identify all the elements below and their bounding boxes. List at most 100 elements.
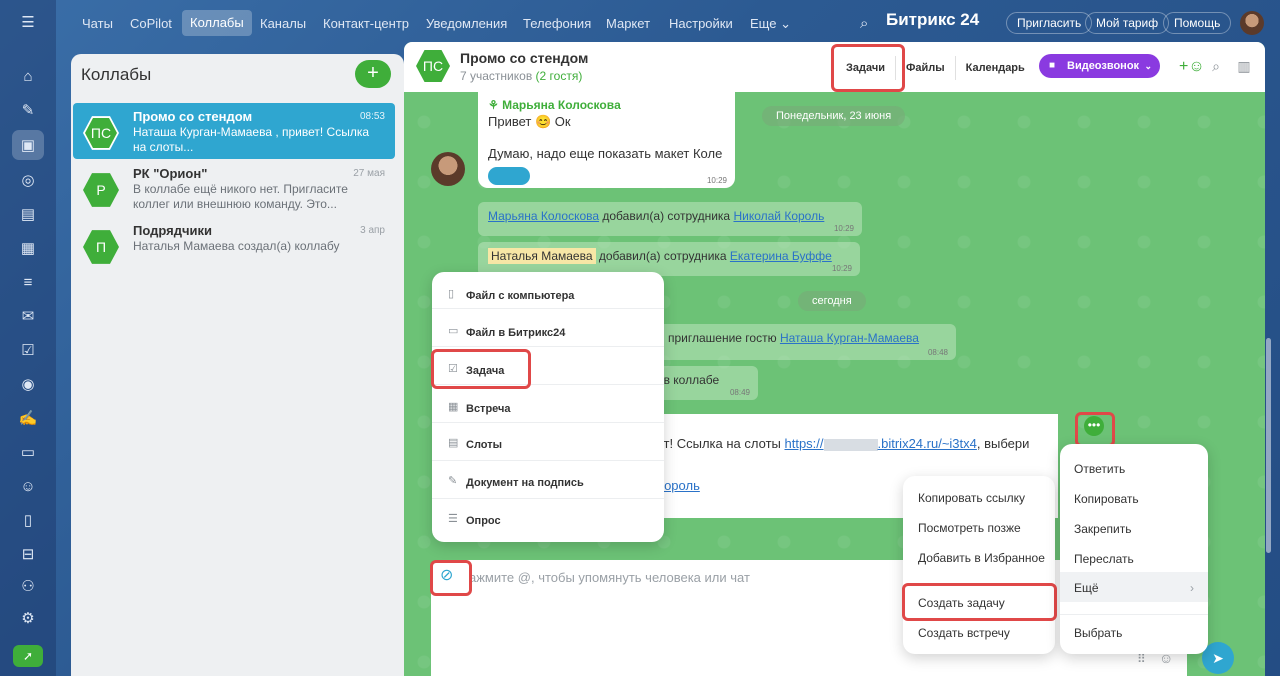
- top-navigation: Чаты CoPilot Коллабы Каналы Контакт-цент…: [56, 0, 1280, 44]
- menu-forward[interactable]: Переслать: [1060, 552, 1208, 566]
- tariff-button[interactable]: Мой тариф: [1085, 12, 1170, 34]
- menu-slots[interactable]: ▤ Слоты: [432, 423, 664, 461]
- shop-icon[interactable]: ⊟: [16, 542, 40, 566]
- message-text: Думаю, надо еще показать макет Коле: [488, 146, 723, 161]
- attach-menu: ▯ Файл с компьютера ▭ Файл в Битрикс24 ☑ За…: [432, 272, 664, 542]
- menu-file-bitrix[interactable]: ▭ Файл в Битрикс24: [432, 309, 664, 347]
- input-placeholder: ажмите @, чтобы упомянуть человека или ч…: [469, 570, 750, 585]
- nav-more[interactable]: Еще ⌄: [750, 12, 791, 36]
- search-icon[interactable]: ⌕: [860, 12, 868, 36]
- rocket-icon[interactable]: ➚: [13, 645, 43, 667]
- crm-icon[interactable]: ◎: [16, 168, 40, 192]
- chat-name: Промо со стендом: [133, 109, 253, 124]
- chat-item-orion[interactable]: Р РК "Орион" 27 мая В коллабе ещё никого…: [73, 160, 395, 216]
- ai-icon[interactable]: ⚇: [16, 574, 40, 598]
- add-user-icon[interactable]: +☺: [1179, 58, 1205, 76]
- invite-button[interactable]: Пригласить: [1006, 12, 1093, 34]
- video-call-button[interactable]: ■ Видеозвонок ⌄: [1039, 54, 1160, 78]
- sign-icon: ✎: [448, 475, 458, 487]
- chat-avatar: Р: [83, 173, 119, 207]
- nav-contact-center[interactable]: Контакт-центр: [323, 12, 409, 36]
- slots-link[interactable]: .bitrix24.ru/~i3tx4: [878, 436, 977, 451]
- apps-icon[interactable]: ⠿: [1137, 652, 1146, 666]
- goals-icon[interactable]: ◉: [16, 372, 40, 396]
- date-divider: Понедельник, 23 июня: [762, 106, 906, 126]
- help-button[interactable]: Помощь: [1163, 12, 1232, 34]
- menu-select[interactable]: Выбрать: [1060, 626, 1208, 640]
- chat-name: Подрядчики: [133, 223, 213, 238]
- cards-icon[interactable]: ▭: [16, 440, 40, 464]
- sidebar-toggle-icon[interactable]: ▥: [1235, 58, 1253, 76]
- chat-participants[interactable]: 7 участников (2 гостя): [460, 69, 582, 83]
- chat-time: 08:53: [359, 111, 385, 122]
- add-collab-button[interactable]: +: [355, 60, 391, 88]
- nav-collabs[interactable]: Коллабы: [182, 10, 252, 36]
- settings-icon[interactable]: ⚙: [16, 606, 40, 630]
- user-mention[interactable]: Наталья Мамаева: [488, 248, 596, 264]
- chat-icon[interactable]: ▣: [12, 130, 44, 160]
- message-time: 10:29: [706, 176, 727, 185]
- drive-icon: ▭: [448, 325, 459, 337]
- menu-more[interactable]: Ещё ›: [1060, 572, 1208, 602]
- message-author[interactable]: ⚘ Марьяна Колосковa: [488, 98, 725, 112]
- reaction-badge[interactable]: [488, 167, 530, 185]
- menu-meeting[interactable]: ▦ Встреча: [432, 385, 664, 423]
- user-link[interactable]: Наташа Курган-Мамаева: [780, 331, 919, 345]
- menu-copy[interactable]: Копировать: [1060, 492, 1208, 506]
- slots-icon: ▤: [448, 437, 459, 449]
- menu-icon[interactable]: ☰: [16, 10, 40, 34]
- chat-preview: Наталья Мамаева создал(а) коллабу: [133, 239, 340, 253]
- menu-reply[interactable]: Ответить: [1060, 462, 1208, 476]
- slots-link[interactable]: https://: [784, 436, 823, 451]
- home-icon[interactable]: ⌂: [16, 64, 40, 88]
- tasks-icon[interactable]: ✎: [16, 98, 40, 122]
- nav-channels[interactable]: Каналы: [260, 12, 306, 36]
- message-context-menu: Ответить Копировать Закрепить Переслать …: [1060, 444, 1208, 654]
- chat-time: 27 мая: [353, 168, 385, 179]
- sidebar-title: Коллабы: [81, 65, 152, 84]
- nav-market[interactable]: Маркет: [606, 12, 650, 36]
- highlight-attach-button: [430, 560, 472, 596]
- chat-item-contractors[interactable]: П Подрядчики 3 апр Наталья Мамаева созда…: [73, 217, 395, 273]
- chat-item-promo[interactable]: ПС Промо со стендом 08:53 Наташа Курган-…: [73, 103, 395, 159]
- menu-view-later[interactable]: Посмотреть позже: [903, 521, 1055, 535]
- menu-create-meeting[interactable]: Создать встречу: [903, 626, 1055, 640]
- chat-title[interactable]: Промо со стендом: [460, 50, 588, 66]
- calendar-icon[interactable]: ▦: [16, 236, 40, 260]
- more-submenu: Копировать ссылку Посмотреть позже Добав…: [903, 476, 1055, 654]
- user-avatar[interactable]: [1240, 11, 1264, 35]
- search-icon[interactable]: ⌕: [1207, 58, 1225, 76]
- tab-calendar[interactable]: Календарь: [956, 56, 1035, 80]
- message-bubble[interactable]: ⚘ Марьяна Колосковa Привет 😊 Ок Думаю, н…: [478, 92, 735, 188]
- user-link[interactable]: Марьяна Колоскова: [488, 209, 599, 223]
- nav-copilot[interactable]: CoPilot: [130, 12, 172, 36]
- files-icon[interactable]: ▯: [16, 508, 40, 532]
- check-icon[interactable]: ☑: [16, 338, 40, 362]
- sites-icon[interactable]: ≡: [16, 270, 40, 294]
- scrollbar[interactable]: [1266, 338, 1271, 553]
- menu-poll[interactable]: ☰ Опрос: [432, 499, 664, 542]
- nav-settings[interactable]: Настройки: [669, 12, 733, 36]
- nav-notifications[interactable]: Уведомления: [426, 12, 507, 36]
- menu-pin[interactable]: Закрепить: [1060, 522, 1208, 536]
- poll-icon: ☰: [448, 513, 458, 525]
- chat-header-avatar: ПС: [416, 50, 450, 82]
- author-avatar[interactable]: [431, 152, 465, 186]
- user-link[interactable]: Николай Король: [733, 209, 824, 223]
- team-icon[interactable]: ☺: [16, 474, 40, 498]
- menu-add-favorites[interactable]: Добавить в Избранное: [903, 551, 1055, 565]
- docs-icon[interactable]: ▤: [16, 202, 40, 226]
- nav-chats[interactable]: Чаты: [82, 12, 113, 36]
- nav-telephony[interactable]: Телефония: [523, 12, 591, 36]
- chat-preview: В коллабе ещё никого нет. Пригласите кол…: [133, 182, 348, 211]
- user-link[interactable]: Екатерина Буффе: [730, 249, 832, 263]
- menu-copy-link[interactable]: Копировать ссылку: [903, 491, 1055, 505]
- highlight-more-button: [1075, 412, 1115, 447]
- chevron-right-icon: ›: [1190, 581, 1194, 595]
- menu-sign-document[interactable]: ✎ Документ на подпись: [432, 461, 664, 499]
- mail-icon[interactable]: ✉: [16, 304, 40, 328]
- sign-icon[interactable]: ✍: [16, 406, 40, 430]
- chevron-down-icon[interactable]: ⌄: [1144, 54, 1152, 78]
- menu-file-computer[interactable]: ▯ Файл с компьютера: [432, 272, 664, 309]
- chat-name: РК "Орион": [133, 166, 208, 181]
